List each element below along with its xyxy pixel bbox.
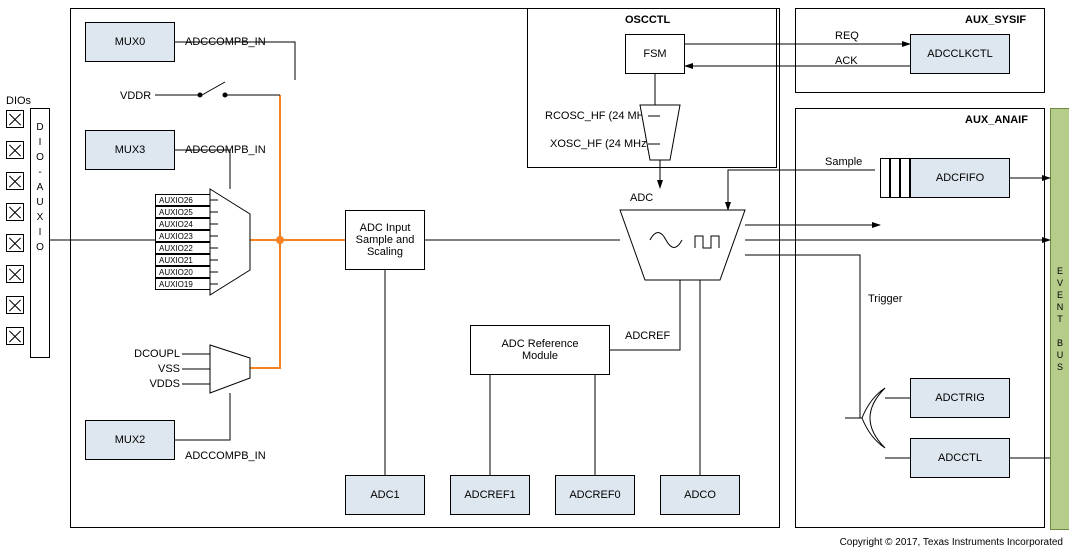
- trigger-label: Trigger: [868, 293, 902, 305]
- auxio-row: AUXIO22: [155, 242, 210, 254]
- dio-pad-icon: [6, 234, 24, 252]
- dio-auxio-vlabel: D I O - A U X I O: [34, 120, 46, 255]
- adctrig-block: ADCTRIG: [910, 378, 1010, 418]
- adcref-label: ADCREF: [625, 330, 670, 342]
- adcref0-block: ADCREF0: [555, 475, 635, 515]
- fifo-stage: [890, 158, 900, 198]
- auxio-row: AUXIO19: [155, 278, 210, 290]
- adc1-block: ADC1: [345, 475, 425, 515]
- adcref1-block: ADCREF1: [450, 475, 530, 515]
- ack-label: ACK: [835, 55, 858, 67]
- fsm-block: FSM: [625, 34, 685, 74]
- dio-pad-icon: [6, 172, 24, 190]
- vdds-label: VDDS: [120, 378, 180, 390]
- auxio-row: AUXIO20: [155, 266, 210, 278]
- dios-label: DIOs: [6, 95, 31, 107]
- oscctl-title: OSCCTL: [625, 14, 670, 26]
- dio-pad-icon: [6, 327, 24, 345]
- vddr-label: VDDR: [120, 90, 151, 102]
- req-label: REQ: [835, 30, 859, 42]
- adc-input-block: ADC Input Sample and Scaling: [345, 210, 425, 270]
- copyright: Copyright © 2017, Texas Instruments Inco…: [840, 537, 1063, 548]
- fifo-stage: [900, 158, 910, 198]
- mux0-block: MUX0: [85, 22, 175, 62]
- dio-pad-icon: [6, 265, 24, 283]
- event-bus: E V E N T B U S: [1050, 108, 1069, 530]
- dio-pads: [6, 110, 24, 345]
- dio-pad-icon: [6, 110, 24, 128]
- adc-label: ADC: [630, 192, 653, 204]
- aux-sysif-title: AUX_SYSIF: [965, 14, 1026, 26]
- auxio-row: AUXIO25: [155, 206, 210, 218]
- adccompb-in-2: ADCCOMPB_IN: [185, 144, 266, 156]
- mux2-block: MUX2: [85, 420, 175, 460]
- auxio-row: AUXIO23: [155, 230, 210, 242]
- dio-pad-icon: [6, 141, 24, 159]
- adccompb-in-1: ADCCOMPB_IN: [185, 36, 266, 48]
- sample-label: Sample: [825, 156, 862, 168]
- auxio-row: AUXIO24: [155, 218, 210, 230]
- adccompb-in-3: ADCCOMPB_IN: [185, 450, 266, 462]
- adco-block: ADCO: [660, 475, 740, 515]
- adc-ref-module-block: ADC Reference Module: [470, 325, 610, 375]
- dio-pad-icon: [6, 296, 24, 314]
- vss-label: VSS: [120, 363, 180, 375]
- dio-pad-icon: [6, 203, 24, 221]
- dcoupl-label: DCOUPL: [120, 348, 180, 360]
- auxio-row: AUXIO21: [155, 254, 210, 266]
- adcctl-block: ADCCTL: [910, 438, 1010, 478]
- xosc-label: XOSC_HF (24 MHz): [550, 138, 650, 150]
- mux3-block: MUX3: [85, 130, 175, 170]
- adcclkctl-block: ADCCLKCTL: [910, 34, 1010, 74]
- auxio-row: AUXIO26: [155, 194, 210, 206]
- rcosc-label: RCOSC_HF (24 MHz): [545, 110, 654, 122]
- fifo-stage: [880, 158, 890, 198]
- aux-anaif-title: AUX_ANAIF: [965, 114, 1028, 126]
- adcfifo-block: ADCFIFO: [910, 158, 1010, 198]
